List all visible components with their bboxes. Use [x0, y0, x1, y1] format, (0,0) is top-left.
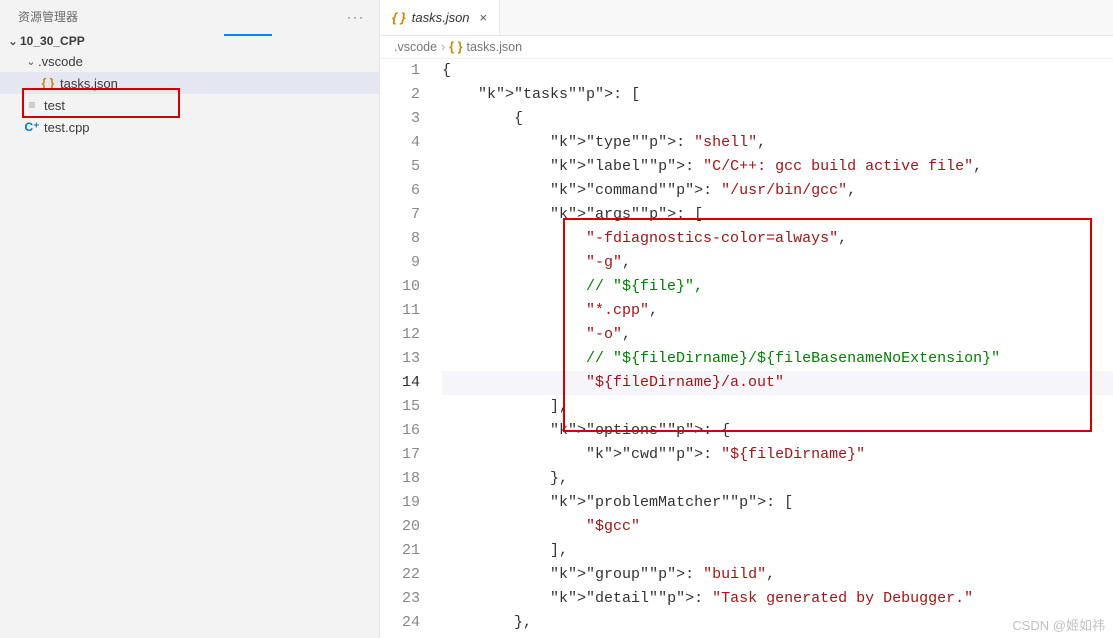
- line-number: 21: [380, 539, 420, 563]
- explorer-more-icon[interactable]: ···: [347, 10, 365, 24]
- line-number: 15: [380, 395, 420, 419]
- line-number: 17: [380, 443, 420, 467]
- json-file-icon: { }: [40, 75, 56, 91]
- tree-item-label: tasks.json: [60, 76, 118, 91]
- cpp-file-icon: C⁺: [24, 119, 40, 135]
- tree-item-label: test.cpp: [44, 120, 90, 135]
- explorer-title: 资源管理器: [18, 8, 78, 25]
- line-number: 22: [380, 563, 420, 587]
- line-number: 18: [380, 467, 420, 491]
- code-line[interactable]: "k">"type""p">: "shell",: [442, 131, 1113, 155]
- line-number: 24: [380, 611, 420, 635]
- code-line[interactable]: "k">"detail""p">: "Task generated by Deb…: [442, 587, 1113, 611]
- code-line[interactable]: "k">"command""p">: "/usr/bin/gcc",: [442, 179, 1113, 203]
- tree-file-tasks-json[interactable]: { } tasks.json: [0, 72, 379, 94]
- line-number: 20: [380, 515, 420, 539]
- tab-label: tasks.json: [412, 10, 470, 25]
- line-number: 1: [380, 59, 420, 83]
- line-number: 13: [380, 347, 420, 371]
- code-line[interactable]: "-o",: [442, 323, 1113, 347]
- tree-file-test[interactable]: ≡ test: [0, 94, 379, 116]
- code-line[interactable]: // "${file}",: [442, 275, 1113, 299]
- line-number: 8: [380, 227, 420, 251]
- line-number: 16: [380, 419, 420, 443]
- code-line[interactable]: {: [442, 59, 1113, 83]
- code-line[interactable]: "k">"tasks""p">: [: [442, 83, 1113, 107]
- tree-folder-vscode[interactable]: ⌄ .vscode: [0, 51, 379, 72]
- tab-tasks-json[interactable]: { } tasks.json ×: [380, 0, 500, 35]
- code-line[interactable]: ],: [442, 395, 1113, 419]
- line-number: 9: [380, 251, 420, 275]
- code-line[interactable]: "k">"options""p">: {: [442, 419, 1113, 443]
- tree-item-label: .vscode: [38, 54, 83, 69]
- line-number: 6: [380, 179, 420, 203]
- breadcrumb[interactable]: .vscode › { } tasks.json: [380, 36, 1113, 59]
- explorer-sidebar: 资源管理器 ··· ⌄ 10_30_CPP ⌄ .vscode { } task…: [0, 0, 380, 638]
- code-line[interactable]: {: [442, 107, 1113, 131]
- close-icon[interactable]: ×: [476, 10, 492, 25]
- code-line[interactable]: "k">"group""p">: "build",: [442, 563, 1113, 587]
- project-name: 10_30_CPP: [20, 34, 85, 48]
- line-number: 7: [380, 203, 420, 227]
- line-number: 5: [380, 155, 420, 179]
- tree-file-test-cpp[interactable]: C⁺ test.cpp: [0, 116, 379, 138]
- code-line[interactable]: "k">"cwd""p">: "${fileDirname}": [442, 443, 1113, 467]
- editor-tabs: { } tasks.json ×: [380, 0, 1113, 36]
- code-line[interactable]: "k">"label""p">: "C/C++: gcc build activ…: [442, 155, 1113, 179]
- chevron-down-icon: ⌄: [6, 35, 20, 48]
- code-line[interactable]: "k">"args""p">: [: [442, 203, 1113, 227]
- code-line[interactable]: },: [442, 467, 1113, 491]
- line-number: 2: [380, 83, 420, 107]
- line-gutter: 123456789101112131415161718192021222324: [380, 59, 442, 638]
- code-editor[interactable]: 123456789101112131415161718192021222324 …: [380, 59, 1113, 638]
- file-icon: ≡: [24, 97, 40, 113]
- file-tree: ⌄ .vscode { } tasks.json ≡ test C⁺ test.…: [0, 51, 379, 138]
- line-number: 10: [380, 275, 420, 299]
- line-number: 19: [380, 491, 420, 515]
- line-number: 23: [380, 587, 420, 611]
- sidebar-tab-indicator: [224, 34, 272, 36]
- editor-area: { } tasks.json × .vscode › { } tasks.jso…: [380, 0, 1113, 638]
- breadcrumb-segment[interactable]: .vscode: [394, 40, 437, 54]
- breadcrumb-segment[interactable]: tasks.json: [466, 40, 522, 54]
- line-number: 3: [380, 107, 420, 131]
- code-line[interactable]: },: [442, 611, 1113, 635]
- chevron-down-icon: ⌄: [24, 55, 38, 68]
- line-number: 12: [380, 323, 420, 347]
- line-number: 4: [380, 131, 420, 155]
- project-root[interactable]: ⌄ 10_30_CPP: [0, 31, 379, 51]
- code-line[interactable]: "k">"problemMatcher""p">: [: [442, 491, 1113, 515]
- code-line[interactable]: // "${fileDirname}/${fileBasenameNoExten…: [442, 347, 1113, 371]
- explorer-header: 资源管理器 ···: [0, 0, 379, 31]
- code-line[interactable]: "-fdiagnostics-color=always",: [442, 227, 1113, 251]
- tree-item-label: test: [44, 98, 65, 113]
- json-file-icon: { }: [449, 40, 462, 54]
- chevron-right-icon: ›: [441, 40, 445, 54]
- code-line[interactable]: "*.cpp",: [442, 299, 1113, 323]
- code-line[interactable]: "$gcc": [442, 515, 1113, 539]
- line-number: 11: [380, 299, 420, 323]
- code-content[interactable]: { "k">"tasks""p">: [ { "k">"type""p">: "…: [442, 59, 1113, 638]
- code-line[interactable]: "-g",: [442, 251, 1113, 275]
- code-line[interactable]: ],: [442, 539, 1113, 563]
- code-line[interactable]: "${fileDirname}/a.out": [442, 371, 1113, 395]
- json-file-icon: { }: [392, 10, 406, 25]
